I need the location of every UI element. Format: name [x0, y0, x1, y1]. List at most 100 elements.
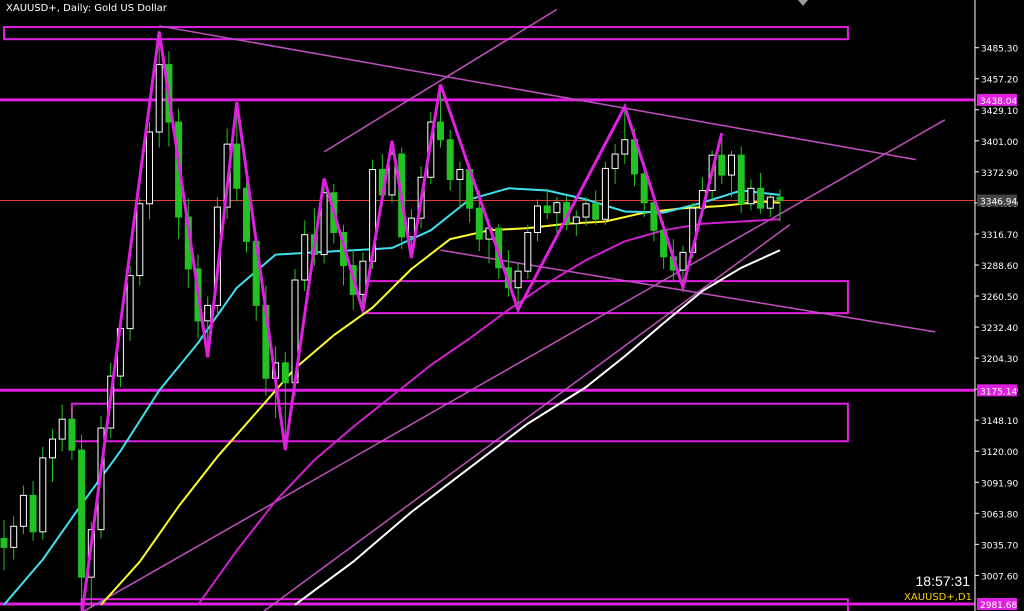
- candle-body: [39, 457, 47, 533]
- trendline-4: [262, 224, 791, 611]
- candle-body: [572, 216, 580, 225]
- candle: [737, 146, 745, 213]
- candle-body: [621, 139, 629, 155]
- symbol-timeframe-label: XAUUSD+,D1: [904, 592, 972, 603]
- candle-body: [737, 154, 745, 205]
- candle: [78, 434, 86, 611]
- candle-body: [437, 121, 444, 141]
- zone-0: [3, 26, 849, 41]
- candle-body: [49, 438, 56, 459]
- tick-label: 3007.60: [981, 572, 1018, 582]
- candle-body: [766, 196, 774, 209]
- zigzag-line: [80, 31, 724, 611]
- tick-label: 3260.50: [981, 293, 1018, 303]
- candle-body: [514, 270, 522, 289]
- candle: [0, 519, 8, 571]
- candle: [534, 199, 541, 242]
- tick-label: 3401.00: [981, 138, 1018, 148]
- tick-label: 3148.10: [981, 417, 1018, 427]
- candle-body: [204, 304, 212, 322]
- zigzag-indicator: [80, 31, 724, 611]
- candle: [543, 188, 551, 220]
- candle-body: [728, 154, 735, 176]
- candle: [146, 122, 153, 220]
- level-label: 3438.04: [980, 97, 1017, 107]
- candle-body: [233, 143, 241, 189]
- candle-body: [601, 167, 609, 220]
- candle: [728, 150, 735, 198]
- candle: [456, 161, 464, 209]
- candle-body: [679, 251, 687, 271]
- candle-body: [281, 362, 289, 384]
- candle-body: [136, 203, 144, 277]
- candle-body: [747, 187, 755, 205]
- candle-body: [126, 275, 134, 330]
- candle-body: [757, 187, 765, 209]
- tick-label: 3204.30: [981, 355, 1018, 365]
- candle-body: [553, 202, 561, 214]
- candle-body: [543, 205, 551, 214]
- tick-label: 3457.20: [981, 76, 1018, 86]
- level-label: 3346.94: [980, 198, 1017, 208]
- tick-label: 3035.70: [981, 541, 1018, 551]
- candle: [68, 409, 76, 461]
- tick-label: 3063.80: [981, 510, 1018, 520]
- candle: [29, 481, 37, 541]
- candle: [766, 194, 774, 218]
- candle-body: [407, 217, 415, 238]
- candle-body: [582, 203, 590, 218]
- candle: [58, 404, 66, 452]
- candle: [10, 516, 18, 560]
- candle-body: [301, 234, 309, 281]
- tick-label: 3429.10: [981, 107, 1018, 117]
- candle: [39, 446, 47, 540]
- candle-body: [534, 205, 541, 234]
- candle-body: [524, 232, 532, 272]
- candle-body: [78, 449, 86, 578]
- tick-label: 3232.40: [981, 324, 1018, 334]
- candle-body: [10, 525, 18, 548]
- candle: [446, 129, 454, 191]
- ma-long-line: [294, 249, 781, 606]
- candle-body: [0, 537, 8, 548]
- candle-body: [446, 139, 454, 180]
- candle-body: [359, 260, 367, 295]
- trendline-3: [82, 119, 946, 611]
- price-axis: 3485.303457.203429.103401.003372.903344.…: [974, 0, 1024, 611]
- candle-body: [592, 203, 600, 220]
- chart-title: XAUUSD+, Daily: Gold US Dollar: [6, 3, 167, 14]
- tick-label: 3120.00: [981, 448, 1018, 458]
- candle-body: [155, 64, 163, 133]
- trendline-0: [159, 25, 916, 161]
- candle: [601, 161, 609, 225]
- candle: [301, 220, 309, 292]
- tick-label: 3091.90: [981, 479, 1018, 489]
- zone-1: [361, 280, 849, 315]
- candle-body: [58, 418, 66, 440]
- candle: [572, 210, 580, 236]
- candle: [611, 144, 619, 184]
- zone-2: [70, 402, 849, 443]
- candle: [747, 179, 755, 211]
- price-chart[interactable]: 3485.303457.203429.103401.003372.903344.…: [0, 0, 1024, 611]
- server-clock: 18:57:31: [915, 573, 971, 589]
- candle-body: [456, 169, 464, 180]
- candle: [592, 190, 600, 225]
- shift-marker-icon[interactable]: [798, 0, 808, 6]
- candle-body: [68, 418, 76, 451]
- candle-body: [718, 154, 726, 176]
- candle: [136, 197, 144, 286]
- candle-body: [475, 207, 483, 240]
- candle-body: [611, 153, 619, 169]
- candle-body: [776, 196, 784, 202]
- candle-body: [29, 494, 37, 533]
- tick-label: 3288.60: [981, 262, 1018, 272]
- candle: [757, 172, 765, 214]
- candle: [19, 485, 27, 535]
- tick-label: 3485.30: [981, 45, 1018, 55]
- level-label: 2981.68: [980, 601, 1017, 611]
- tick-label: 3316.70: [981, 231, 1018, 241]
- candle: [553, 197, 561, 233]
- level-label: 3175.14: [980, 387, 1017, 397]
- tick-label: 3372.90: [981, 169, 1018, 179]
